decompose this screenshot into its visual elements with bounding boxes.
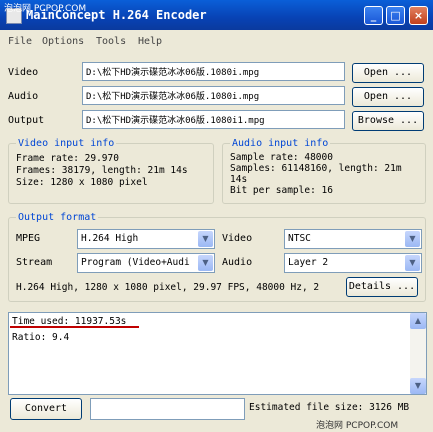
log-ratio: Ratio: 9.4 bbox=[12, 332, 70, 343]
chevron-down-icon[interactable]: ▼ bbox=[405, 231, 420, 247]
output-browse-button[interactable]: Browse ... bbox=[352, 111, 424, 131]
progress-bar bbox=[90, 398, 245, 420]
scroll-down-icon[interactable]: ▼ bbox=[410, 378, 426, 394]
video-open-button[interactable]: Open ... bbox=[352, 63, 424, 83]
video-info-title: Video input info bbox=[16, 138, 117, 149]
audio-bits: Bit per sample: 16 bbox=[230, 185, 333, 196]
close-button[interactable]: × bbox=[409, 6, 428, 25]
audio-sample-rate: Sample rate: 48000 bbox=[230, 152, 333, 163]
estimated-file-size: Estimated file size: 3126 MB bbox=[249, 402, 410, 413]
audio-samples: Samples: 61148160, length: 21m bbox=[230, 163, 402, 174]
video-std-select[interactable]: NTSC ▼ bbox=[284, 229, 422, 249]
mpeg-label: MPEG bbox=[16, 233, 41, 244]
audio-info-title: Audio input info bbox=[230, 138, 331, 149]
watermark-top: 泡泡网 PCPOP.COM bbox=[4, 4, 87, 14]
video-path-field[interactable]: D:\松下HD演示碟范冰冰06版.1080i.mpg bbox=[82, 62, 345, 81]
mpeg-select[interactable]: H.264 High ▼ bbox=[77, 229, 215, 249]
stream-select[interactable]: Program (Video+Audi ▼ bbox=[77, 253, 215, 273]
audio-layer-label: Audio bbox=[222, 257, 253, 268]
video-std-select-value: NTSC bbox=[288, 233, 311, 244]
chevron-down-icon[interactable]: ▼ bbox=[198, 255, 213, 271]
maximize-button[interactable]: □ bbox=[386, 6, 405, 25]
audio-open-button[interactable]: Open ... bbox=[352, 87, 424, 107]
convert-button[interactable]: Convert bbox=[10, 398, 82, 420]
audio-path-field[interactable]: D:\松下HD演示碟范冰冰06版.1080i.mpg bbox=[82, 86, 345, 105]
output-path-field[interactable]: D:\松下HD演示碟范冰冰06版.1080i1.mpg bbox=[82, 110, 345, 129]
menu-file[interactable]: File bbox=[8, 36, 32, 47]
stream-label: Stream bbox=[16, 257, 53, 268]
video-label: Video bbox=[8, 67, 39, 78]
audio-layer-select[interactable]: Layer 2 ▼ bbox=[284, 253, 422, 273]
menu-tools[interactable]: Tools bbox=[96, 36, 126, 47]
scroll-up-icon[interactable]: ▲ bbox=[410, 313, 426, 329]
stream-select-value: Program (Video+Audi bbox=[81, 257, 190, 268]
format-summary: H.264 High, 1280 x 1080 pixel, 29.97 FPS… bbox=[16, 282, 320, 293]
audio-label: Audio bbox=[8, 91, 39, 102]
details-button[interactable]: Details ... bbox=[346, 277, 418, 297]
output-format-title: Output format bbox=[16, 212, 99, 223]
log-scrollbar[interactable]: ▲ ▼ bbox=[410, 313, 426, 394]
highlight-underline bbox=[10, 326, 139, 328]
video-size: Size: 1280 x 1080 pixel bbox=[16, 177, 148, 188]
watermark-bottom: 泡泡网 PCPOP.COM bbox=[316, 421, 399, 431]
mpeg-select-value: H.264 High bbox=[81, 233, 139, 244]
chevron-down-icon[interactable]: ▼ bbox=[405, 255, 420, 271]
video-std-label: Video bbox=[222, 233, 253, 244]
audio-length-cont: 14s bbox=[230, 174, 248, 185]
minimize-button[interactable]: _ bbox=[364, 6, 383, 25]
title-bar: MainConcept H.264 Encoder 泡泡网 PCPOP.COM … bbox=[0, 0, 433, 30]
video-frames: Frames: 38179, length: 21m 14s bbox=[16, 165, 188, 176]
output-label: Output bbox=[8, 115, 45, 126]
video-frame-rate: Frame rate: 29.970 bbox=[16, 153, 119, 164]
menu-options[interactable]: Options bbox=[42, 36, 84, 47]
menu-help[interactable]: Help bbox=[138, 36, 162, 47]
log-textarea[interactable]: Time used: 11937.53s Ratio: 9.4 ▲ ▼ bbox=[8, 312, 427, 395]
chevron-down-icon[interactable]: ▼ bbox=[198, 231, 213, 247]
audio-layer-select-value: Layer 2 bbox=[288, 257, 329, 268]
